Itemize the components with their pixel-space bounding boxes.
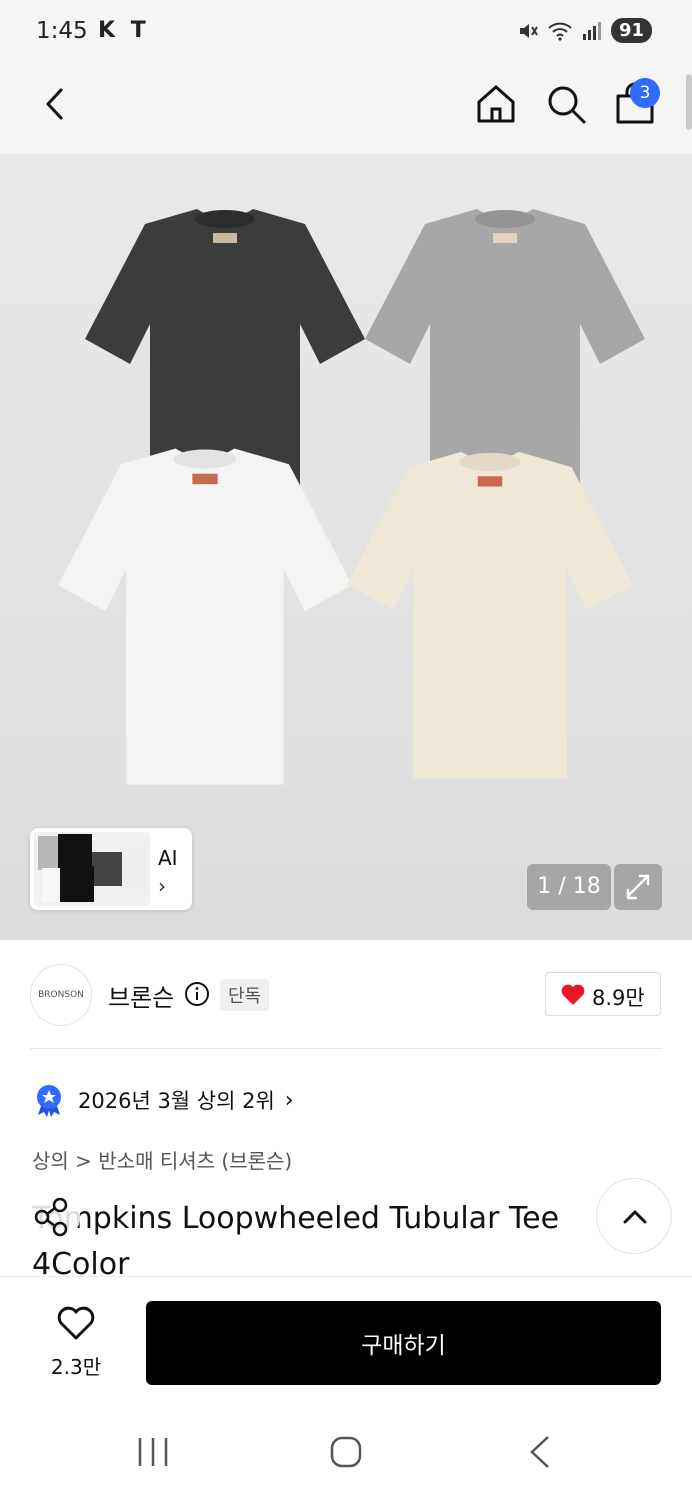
home-icon[interactable] bbox=[474, 82, 518, 126]
ai-thumbnail bbox=[34, 832, 150, 906]
back-icon[interactable] bbox=[36, 84, 76, 124]
ranking-text: 2026년 3월 상의 2위 bbox=[78, 1089, 275, 1113]
brand-logo-text: BRONSON bbox=[38, 990, 84, 1000]
info-icon[interactable] bbox=[184, 981, 210, 1007]
expand-button[interactable] bbox=[614, 864, 662, 910]
divider bbox=[30, 1048, 662, 1049]
battery-indicator: 91 bbox=[610, 18, 652, 43]
carrier-label: K T bbox=[98, 18, 150, 43]
wifi-icon bbox=[548, 22, 572, 41]
purchase-bar: 2.3만 구매하기 bbox=[0, 1276, 692, 1400]
status-bar: 1:45 K T 91 bbox=[0, 0, 692, 66]
status-time: 1:45 bbox=[36, 18, 88, 44]
brand-logo[interactable]: BRONSON bbox=[30, 964, 92, 1026]
mute-icon bbox=[519, 23, 538, 38]
chevron-up-icon bbox=[623, 1210, 647, 1224]
wishlist-count: 2.3만 bbox=[50, 1355, 102, 1379]
expand-icon bbox=[626, 874, 650, 900]
back-button-icon[interactable] bbox=[526, 1434, 554, 1470]
buy-button[interactable]: 구매하기 bbox=[146, 1301, 661, 1385]
brand-like-button[interactable]: 8.9만 bbox=[545, 972, 661, 1016]
ai-similar-products-button[interactable]: AI › bbox=[30, 828, 192, 910]
product-image bbox=[58, 209, 645, 785]
heart-outline-icon[interactable] bbox=[56, 1305, 96, 1341]
heart-filled-icon bbox=[561, 984, 585, 1005]
product-title: Tompkins Loopwheeled Tubular Tee 4Color bbox=[32, 1201, 560, 1282]
brand-name[interactable]: 브론슨 bbox=[108, 978, 174, 1013]
category-breadcrumb[interactable]: 상의 > 반소매 티셔츠 (브론슨) bbox=[32, 1145, 292, 1174]
chevron-right-icon: › bbox=[284, 1087, 294, 1113]
system-navigation-bar bbox=[0, 1400, 692, 1500]
signal-icon bbox=[582, 21, 601, 40]
ai-label: AI bbox=[158, 846, 178, 870]
home-button-icon[interactable] bbox=[328, 1434, 364, 1470]
scrollbar[interactable] bbox=[686, 74, 692, 130]
search-icon[interactable] bbox=[544, 82, 588, 126]
status-icons: 91 bbox=[517, 18, 652, 43]
brand-like-count: 8.9만 bbox=[592, 986, 645, 1010]
share-icon bbox=[34, 1197, 68, 1237]
scroll-to-top-button[interactable] bbox=[596, 1178, 672, 1254]
share-button[interactable] bbox=[22, 1190, 80, 1244]
image-counter: 1 / 18 bbox=[527, 864, 611, 910]
product-image-gallery[interactable]: AI › 1 / 18 bbox=[0, 154, 692, 940]
chevron-right-icon: › bbox=[158, 874, 166, 898]
recent-apps-icon[interactable] bbox=[136, 1436, 170, 1468]
exclusive-badge: 단독 bbox=[220, 979, 270, 1011]
top-navigation: 3 bbox=[0, 66, 692, 154]
ranking-link[interactable]: 2026년 3월 상의 2위 › bbox=[34, 1082, 294, 1118]
ranking-badge-icon bbox=[37, 1085, 61, 1117]
cart-count-badge: 3 bbox=[630, 78, 660, 108]
